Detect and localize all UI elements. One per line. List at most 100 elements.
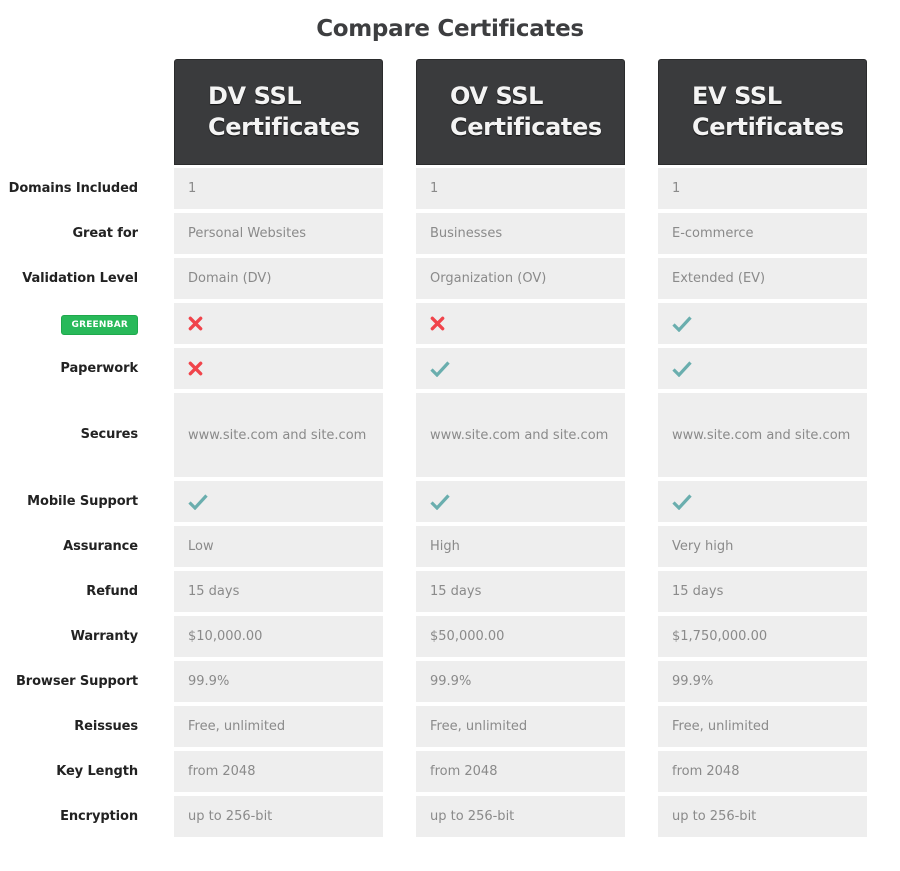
row-label-validation-level: Validation Level bbox=[22, 271, 138, 286]
column-header-dv: DV SSL Certificates bbox=[174, 59, 383, 165]
cell-value: from 2048 bbox=[188, 764, 256, 779]
cell-reissues-ev: Free, unlimited bbox=[658, 706, 867, 747]
row-label-secures: Secures bbox=[80, 427, 139, 442]
cell-value: Free, unlimited bbox=[430, 719, 528, 734]
row-label-refund: Refund bbox=[86, 584, 138, 599]
column-title-line2: Certificates bbox=[450, 113, 602, 141]
cell-refund-ov: 15 days bbox=[416, 571, 625, 612]
cell-great-for-ov: Businesses bbox=[416, 213, 625, 254]
cell-mobile-support-ov bbox=[416, 481, 625, 522]
cell-browser-support-ov: 99.9% bbox=[416, 661, 625, 702]
cell-paperwork-dv bbox=[174, 348, 383, 389]
row-label-paperwork: Paperwork bbox=[60, 361, 138, 376]
check-icon bbox=[672, 493, 692, 510]
cell-value: Free, unlimited bbox=[672, 719, 770, 734]
check-icon bbox=[672, 315, 692, 332]
cross-icon bbox=[430, 316, 448, 332]
cell-warranty-ov: $50,000.00 bbox=[416, 616, 625, 657]
cross-icon bbox=[188, 316, 206, 332]
cell-value: Very high bbox=[672, 539, 734, 554]
column-title-line1: EV SSL bbox=[692, 82, 782, 110]
cell-encryption-ov: up to 256-bit bbox=[416, 796, 625, 837]
cell-value: Low bbox=[188, 539, 214, 554]
cell-value: www.site.com and site.com bbox=[672, 427, 851, 443]
row-label-warranty: Warranty bbox=[70, 629, 138, 644]
cell-value: up to 256-bit bbox=[188, 809, 273, 824]
cell-validation-level-ev: Extended (EV) bbox=[658, 258, 867, 299]
cell-value: Domain (DV) bbox=[188, 271, 272, 286]
greenbar-badge: GREENBAR bbox=[61, 315, 138, 335]
cell-value: Businesses bbox=[430, 226, 503, 241]
column-header-ev: EV SSL Certificates bbox=[658, 59, 867, 165]
cell-value: $1,750,000.00 bbox=[672, 629, 768, 644]
cell-value: 15 days bbox=[188, 584, 240, 599]
row-label-key-length: Key Length bbox=[56, 764, 138, 779]
cell-value: up to 256-bit bbox=[672, 809, 757, 824]
row-label-encryption: Encryption bbox=[60, 809, 138, 824]
cell-encryption-ev: up to 256-bit bbox=[658, 796, 867, 837]
row-label-mobile-support: Mobile Support bbox=[27, 494, 138, 509]
cell-greenbar-ov bbox=[416, 303, 625, 344]
cell-warranty-ev: $1,750,000.00 bbox=[658, 616, 867, 657]
cell-paperwork-ov bbox=[416, 348, 625, 389]
check-icon bbox=[430, 360, 450, 377]
row-label-greenbar: GREENBAR bbox=[0, 303, 138, 344]
cell-great-for-dv: Personal Websites bbox=[174, 213, 383, 254]
row-label-reissues: Reissues bbox=[74, 719, 138, 734]
cell-value: 99.9% bbox=[672, 674, 714, 689]
cell-value: $50,000.00 bbox=[430, 629, 505, 644]
cell-secures-ov: www.site.com and site.com bbox=[416, 393, 625, 477]
cell-warranty-dv: $10,000.00 bbox=[174, 616, 383, 657]
cell-mobile-support-dv bbox=[174, 481, 383, 522]
cell-key-length-ev: from 2048 bbox=[658, 751, 867, 792]
cell-refund-dv: 15 days bbox=[174, 571, 383, 612]
cell-value: 1 bbox=[188, 181, 197, 196]
cell-reissues-ov: Free, unlimited bbox=[416, 706, 625, 747]
cell-value: E-commerce bbox=[672, 226, 754, 241]
cell-reissues-dv: Free, unlimited bbox=[174, 706, 383, 747]
cell-paperwork-ev bbox=[658, 348, 867, 389]
cell-browser-support-dv: 99.9% bbox=[174, 661, 383, 702]
cell-assurance-ev: Very high bbox=[658, 526, 867, 567]
cell-value: Extended (EV) bbox=[672, 271, 766, 286]
cell-value: 15 days bbox=[672, 584, 724, 599]
cell-greenbar-ev bbox=[658, 303, 867, 344]
page-title: Compare Certificates bbox=[316, 16, 584, 42]
row-label-browser-support: Browser Support bbox=[15, 674, 138, 689]
cell-key-length-ov: from 2048 bbox=[416, 751, 625, 792]
cell-domains-included-ev: 1 bbox=[658, 168, 867, 209]
column-header-ov: OV SSL Certificates bbox=[416, 59, 625, 165]
check-icon bbox=[672, 360, 692, 377]
cell-value: 1 bbox=[672, 181, 681, 196]
cell-domains-included-dv: 1 bbox=[174, 168, 383, 209]
cell-assurance-dv: Low bbox=[174, 526, 383, 567]
row-label-assurance: Assurance bbox=[63, 539, 138, 554]
check-icon bbox=[188, 493, 208, 510]
cell-value: www.site.com and site.com bbox=[430, 427, 609, 443]
cell-value: Organization (OV) bbox=[430, 271, 547, 286]
cell-validation-level-dv: Domain (DV) bbox=[174, 258, 383, 299]
cell-value: 99.9% bbox=[430, 674, 472, 689]
cell-great-for-ev: E-commerce bbox=[658, 213, 867, 254]
cross-icon bbox=[188, 361, 206, 377]
cell-key-length-dv: from 2048 bbox=[174, 751, 383, 792]
cell-value: $10,000.00 bbox=[188, 629, 263, 644]
cell-value: 1 bbox=[430, 181, 439, 196]
column-title-line1: OV SSL bbox=[450, 82, 544, 110]
cell-assurance-ov: High bbox=[416, 526, 625, 567]
cell-browser-support-ev: 99.9% bbox=[658, 661, 867, 702]
cell-encryption-dv: up to 256-bit bbox=[174, 796, 383, 837]
cell-value: from 2048 bbox=[672, 764, 740, 779]
cell-greenbar-dv bbox=[174, 303, 383, 344]
cell-value: Personal Websites bbox=[188, 226, 306, 241]
cell-value: 99.9% bbox=[188, 674, 230, 689]
cell-value: from 2048 bbox=[430, 764, 498, 779]
cell-secures-ev: www.site.com and site.com bbox=[658, 393, 867, 477]
cell-value: 15 days bbox=[430, 584, 482, 599]
cell-mobile-support-ev bbox=[658, 481, 867, 522]
cell-value: High bbox=[430, 539, 460, 554]
cell-secures-dv: www.site.com and site.com bbox=[174, 393, 383, 477]
row-label-great-for: Great for bbox=[72, 226, 138, 241]
cell-value: up to 256-bit bbox=[430, 809, 515, 824]
cell-value: Free, unlimited bbox=[188, 719, 286, 734]
